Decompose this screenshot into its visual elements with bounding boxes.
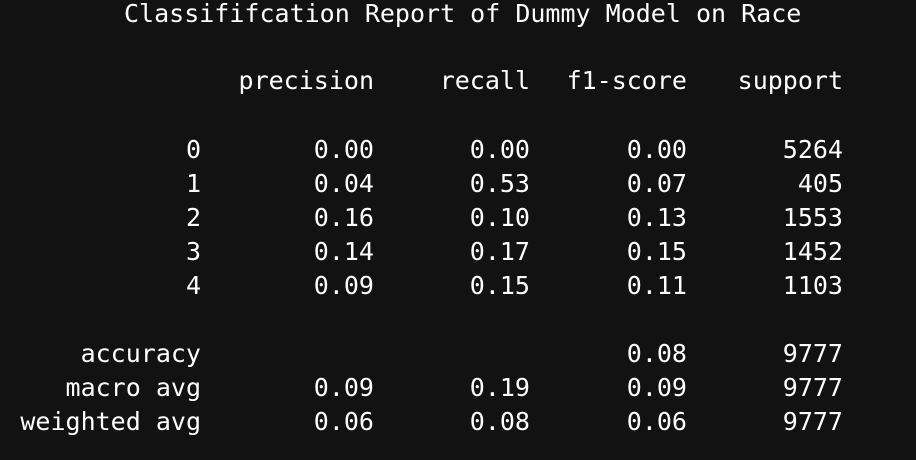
- header-f1-score: f1-score: [566, 66, 687, 95]
- row-label: 4: [185, 271, 201, 300]
- support-value: 9777: [782, 339, 843, 368]
- row-label: accuracy: [80, 339, 201, 368]
- f1-score-value: 0.00: [626, 135, 687, 164]
- recall-value: 0.00: [469, 135, 530, 164]
- recall-value: 0.08: [469, 407, 530, 436]
- precision-value: 0.09: [313, 271, 374, 300]
- recall-value: 0.15: [469, 271, 530, 300]
- row-label: 0: [185, 135, 201, 164]
- row-label: 3: [185, 237, 201, 266]
- row-label: 1: [185, 169, 201, 198]
- row-label: macro avg: [65, 373, 201, 402]
- header-precision: precision: [238, 66, 374, 95]
- precision-value: 0.09: [313, 373, 374, 402]
- precision-value: 0.00: [313, 135, 374, 164]
- support-value: 1553: [782, 203, 843, 232]
- support-value: 5264: [782, 135, 843, 164]
- support-value: 405: [797, 169, 843, 198]
- recall-value: 0.53: [469, 169, 530, 198]
- f1-score-value: 0.13: [626, 203, 687, 232]
- precision-value: 0.04: [313, 169, 374, 198]
- report-title: Classififcation Report of Dummy Model on…: [124, 0, 802, 28]
- header-recall: recall: [439, 66, 530, 95]
- support-value: 1103: [782, 271, 843, 300]
- support-value: 9777: [782, 407, 843, 436]
- support-value: 9777: [782, 373, 843, 402]
- header-support: support: [737, 66, 843, 95]
- row-label: weighted avg: [20, 407, 201, 436]
- precision-value: 0.16: [313, 203, 374, 232]
- f1-score-value: 0.06: [626, 407, 687, 436]
- precision-value: 0.14: [313, 237, 374, 266]
- row-label: 2: [185, 203, 201, 232]
- f1-score-value: 0.07: [626, 169, 687, 198]
- recall-value: 0.17: [469, 237, 530, 266]
- f1-score-value: 0.09: [626, 373, 687, 402]
- recall-value: 0.10: [469, 203, 530, 232]
- f1-score-value: 0.11: [626, 271, 687, 300]
- f1-score-value: 0.15: [626, 237, 687, 266]
- f1-score-value: 0.08: [626, 339, 687, 368]
- recall-value: 0.19: [469, 373, 530, 402]
- support-value: 1452: [782, 237, 843, 266]
- precision-value: 0.06: [313, 407, 374, 436]
